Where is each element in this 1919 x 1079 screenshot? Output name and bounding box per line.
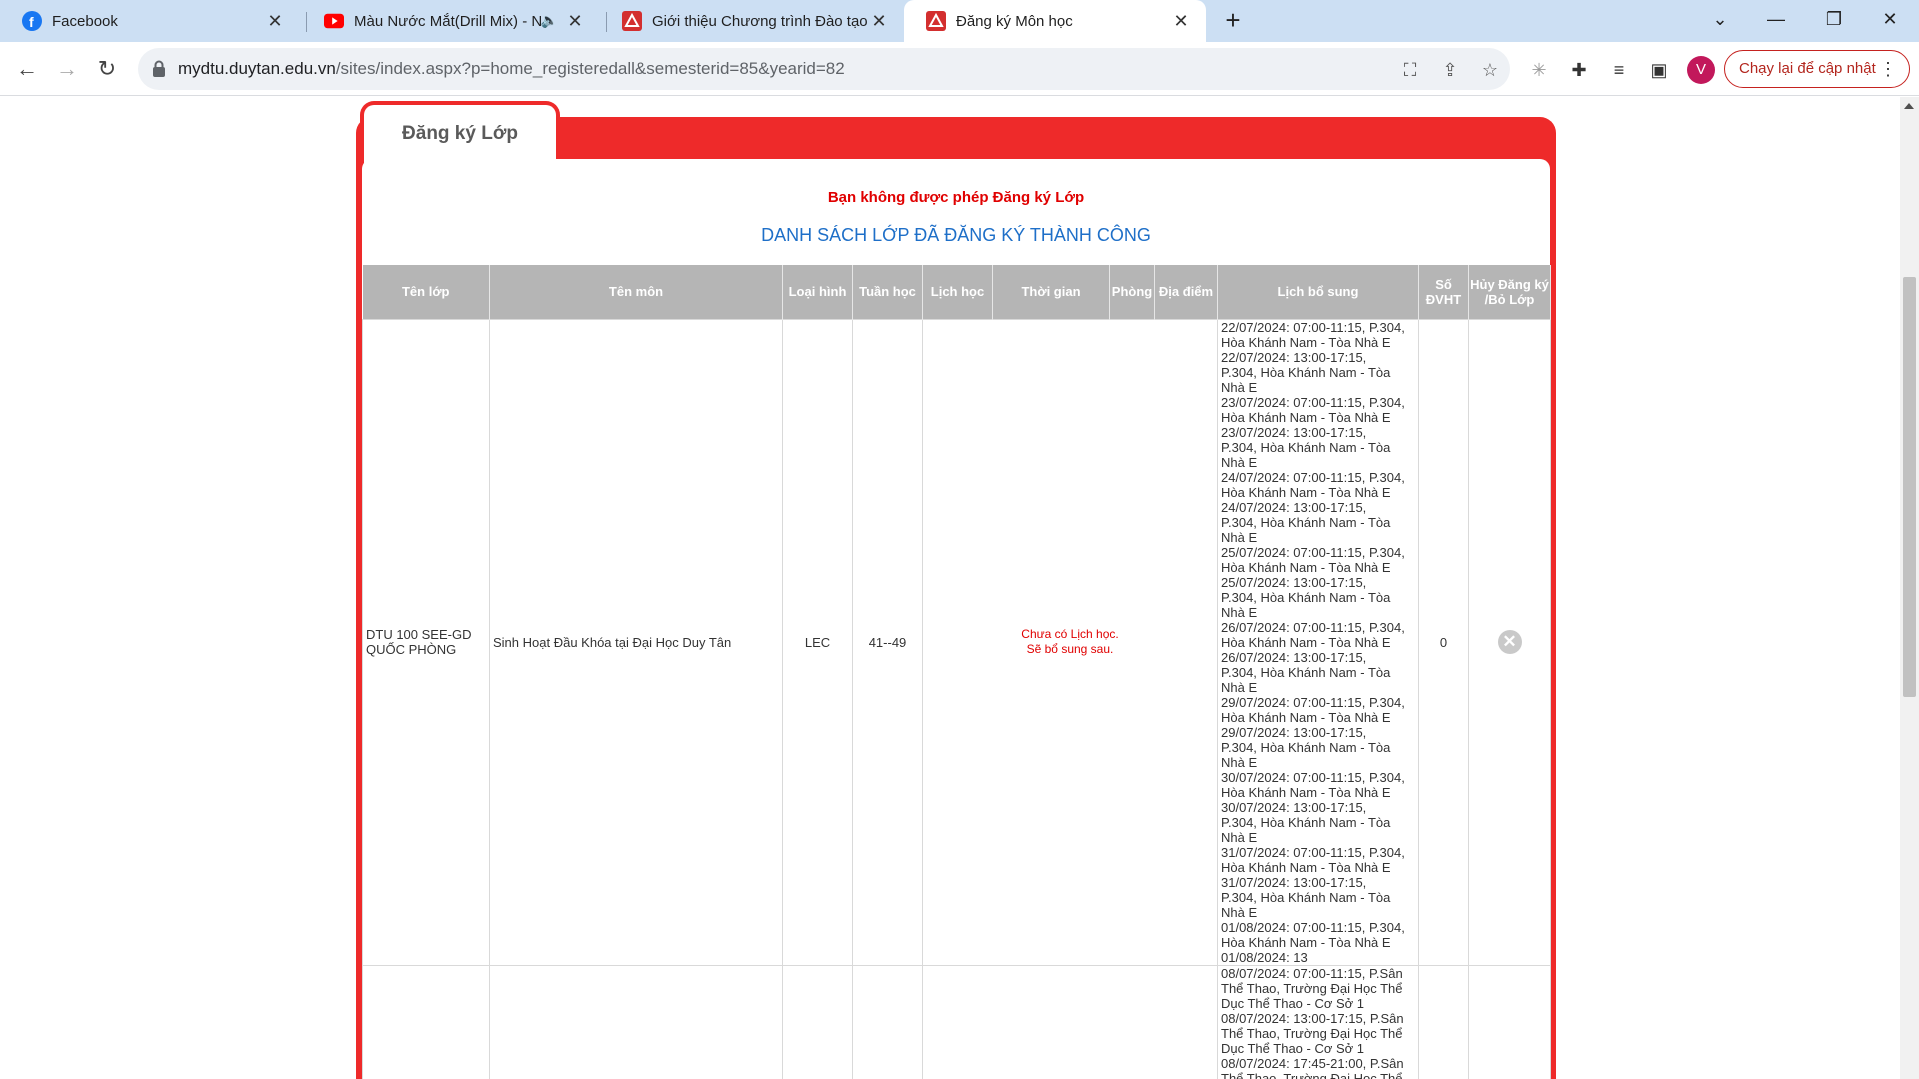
col-cancel: Hủy Đăng ký /Bỏ Lớp (1468, 265, 1551, 319)
cell-credits: 0 (1418, 318, 1469, 966)
cell-extra-schedule: 22/07/2024: 07:00-11:15, P.304, Hòa Khán… (1217, 318, 1419, 966)
youtube-icon (324, 11, 344, 31)
cell-cancel: ✕ (1468, 318, 1551, 966)
table-row: DTU 100 SEE-GD QUỐC PHÒNG Sinh Hoạt Đầu … (362, 318, 1551, 966)
tab-title: Màu Nước Mắt(Drill Mix) - N (354, 12, 543, 30)
table-row: 08/07/2024: 07:00-11:15, P.Sân Thể Thao,… (362, 964, 1551, 1079)
panel-tab-register-class[interactable]: Đăng ký Lớp (360, 101, 560, 163)
bookmark-star-icon[interactable]: ☆ (1478, 58, 1502, 82)
tab-program-intro[interactable]: Giới thiệu Chương trình Đào tạo ✕ (600, 0, 904, 42)
cell-cancel (1468, 964, 1551, 1079)
url-path: /sites/index.aspx?p=home_registeredall&s… (335, 59, 845, 78)
forward-button[interactable]: → (50, 52, 84, 86)
col-extra-schedule: Lịch bổ sung (1217, 265, 1419, 319)
col-type: Loại hình (782, 265, 853, 319)
new-tab-button[interactable]: + (1218, 6, 1248, 36)
tab-strip: f Facebook ✕ Màu Nước Mắt(Drill Mix) - N… (0, 0, 1919, 42)
extra-schedule-text: 08/07/2024: 07:00-11:15, P.Sân Thể Thao,… (1221, 965, 1404, 1079)
profile-avatar[interactable]: V (1687, 56, 1715, 84)
tab-search-icon[interactable]: ⌄ (1700, 4, 1740, 34)
side-panel-icon[interactable]: ▣ (1646, 57, 1672, 83)
col-class-name: Tên lớp (362, 265, 490, 319)
close-tab-icon[interactable]: ✕ (564, 10, 586, 32)
col-credits: Số ĐVHT (1418, 265, 1469, 319)
table-header-row: Tên lớp Tên môn Loại hình Tuần học Lịch … (362, 265, 1551, 319)
tab-facebook[interactable]: f Facebook ✕ (0, 0, 300, 42)
back-button[interactable]: ← (10, 52, 44, 86)
tab-title: Facebook (52, 12, 118, 30)
cell-extra-schedule: 08/07/2024: 07:00-11:15, P.Sân Thể Thao,… (1217, 964, 1419, 1079)
cell-weeks: 41--49 (852, 318, 923, 966)
cell-weeks (852, 964, 923, 1079)
registered-list-title: DANH SÁCH LỚP ĐÃ ĐĂNG KÝ THÀNH CÔNG (761, 225, 1151, 245)
cell-subject (489, 964, 783, 1079)
page-viewport: Đăng ký Lớp Bạn không được phép Đăng ký … (0, 97, 1900, 1079)
cell-schedule: Chưa có Lịch học. Sẽ bổ sung sau. (922, 318, 1218, 966)
facebook-icon: f (22, 11, 42, 31)
speaker-icon[interactable]: 🔈 (541, 12, 558, 29)
page-scrollbar[interactable] (1900, 97, 1919, 1079)
update-label: Chạy lại để cập nhật (1739, 60, 1876, 77)
cell-subject: Sinh Hoạt Đầu Khóa tại Đại Học Duy Tân (489, 318, 783, 966)
address-bar[interactable]: mydtu.duytan.edu.vn/sites/index.aspx?p=h… (138, 48, 1510, 90)
browser-toolbar: ← → ↻ mydtu.duytan.edu.vn/sites/index.as… (0, 42, 1919, 96)
cell-type (782, 964, 853, 1079)
col-schedule: Lịch học (922, 265, 993, 319)
registered-classes-table: Tên lớp Tên môn Loại hình Tuần học Lịch … (362, 265, 1551, 1079)
restore-button[interactable]: ❐ (1814, 4, 1854, 34)
more-menu-icon[interactable]: ⋮ (1879, 51, 1897, 87)
scroll-up-arrow[interactable] (1904, 103, 1914, 109)
url-text[interactable]: mydtu.duytan.edu.vn/sites/index.aspx?p=h… (178, 59, 845, 79)
media-control-icon[interactable]: ≡ (1606, 57, 1632, 83)
url-host: mydtu.duytan.edu.vn (178, 59, 336, 78)
scrollbar-thumb[interactable] (1903, 277, 1916, 697)
col-room: Phòng (1109, 265, 1155, 319)
col-location: Địa điểm (1154, 265, 1218, 319)
puzzle-icon[interactable]: ✚ (1566, 57, 1592, 83)
cell-class-name: DTU 100 SEE-GD QUỐC PHÒNG (362, 318, 490, 966)
close-tab-icon[interactable]: ✕ (868, 10, 890, 32)
cell-type: LEC (782, 318, 853, 966)
panel-body: Bạn không được phép Đăng ký Lớp DANH SÁC… (362, 159, 1551, 1079)
extension-icon[interactable]: ✳ (1526, 57, 1552, 83)
translate-icon[interactable]: ⛶ (1398, 58, 1422, 82)
dtu-icon (926, 11, 946, 31)
close-window-button[interactable]: ✕ (1870, 4, 1910, 34)
extra-schedule-text: 22/07/2024: 07:00-11:15, P.304, Hòa Khán… (1221, 319, 1405, 965)
lock-icon[interactable] (152, 60, 168, 78)
col-subject: Tên môn (489, 265, 783, 319)
no-schedule-note: Chưa có Lịch học. Sẽ bổ sung sau. (1021, 627, 1119, 656)
cancel-registration-icon[interactable]: ✕ (1497, 630, 1522, 654)
tab-title: Giới thiệu Chương trình Đào tạo (652, 12, 867, 30)
col-weeks: Tuần học (852, 265, 923, 319)
share-icon[interactable]: ⇪ (1438, 58, 1462, 82)
dtu-icon (622, 11, 642, 31)
tab-youtube[interactable]: Màu Nước Mắt(Drill Mix) - N 🔈 ✕ (300, 0, 600, 42)
col-time: Thời gian (992, 265, 1110, 319)
tab-title: Đăng ký Môn học (956, 12, 1073, 30)
close-tab-icon[interactable]: ✕ (1170, 10, 1192, 32)
cell-class-name (362, 964, 490, 1079)
cell-schedule (922, 964, 1218, 1079)
registration-warning: Bạn không được phép Đăng ký Lớp (827, 189, 1085, 206)
reload-button[interactable]: ↻ (90, 52, 124, 86)
tab-course-registration[interactable]: Đăng ký Môn học ✕ (904, 0, 1206, 42)
svg-text:f: f (29, 14, 34, 30)
registration-panel: Đăng ký Lớp Bạn không được phép Đăng ký … (356, 101, 1556, 1079)
minimize-button[interactable]: — (1756, 4, 1796, 34)
close-tab-icon[interactable]: ✕ (264, 10, 286, 32)
cell-credits (1418, 964, 1469, 1079)
relaunch-update-button[interactable]: Chạy lại để cập nhật ⋮ (1724, 50, 1910, 88)
